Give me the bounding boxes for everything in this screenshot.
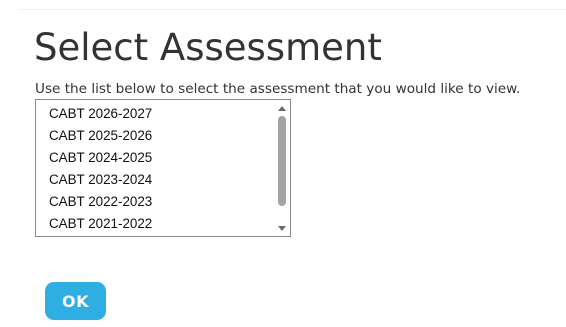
assessment-option[interactable]: CABT 2023-2024 xyxy=(36,169,273,191)
top-divider xyxy=(20,9,566,10)
ok-button[interactable]: OK xyxy=(45,282,106,320)
assessment-option[interactable]: CABT 2025-2026 xyxy=(36,125,273,147)
assessment-listbox[interactable]: CABT 2026-2027 CABT 2025-2026 CABT 2024-… xyxy=(35,99,291,237)
instruction-text: Use the list below to select the assessm… xyxy=(35,81,521,97)
select-assessment-page: Select Assessment Use the list below to … xyxy=(0,0,566,327)
scrollbar-thumb[interactable] xyxy=(278,116,286,206)
assessment-option[interactable]: CABT 2022-2023 xyxy=(36,191,273,213)
assessment-option[interactable]: CABT 2024-2025 xyxy=(36,147,273,169)
assessment-option[interactable]: CABT 2021-2022 xyxy=(36,213,273,235)
assessment-option[interactable]: CABT 2026-2027 xyxy=(36,103,273,125)
scroll-up-arrow-icon[interactable] xyxy=(274,101,290,115)
list-scrollbar[interactable] xyxy=(274,100,290,236)
assessment-list: CABT 2026-2027 CABT 2025-2026 CABT 2024-… xyxy=(36,103,273,235)
scroll-down-arrow-icon[interactable] xyxy=(274,221,290,235)
page-title: Select Assessment xyxy=(34,26,382,69)
